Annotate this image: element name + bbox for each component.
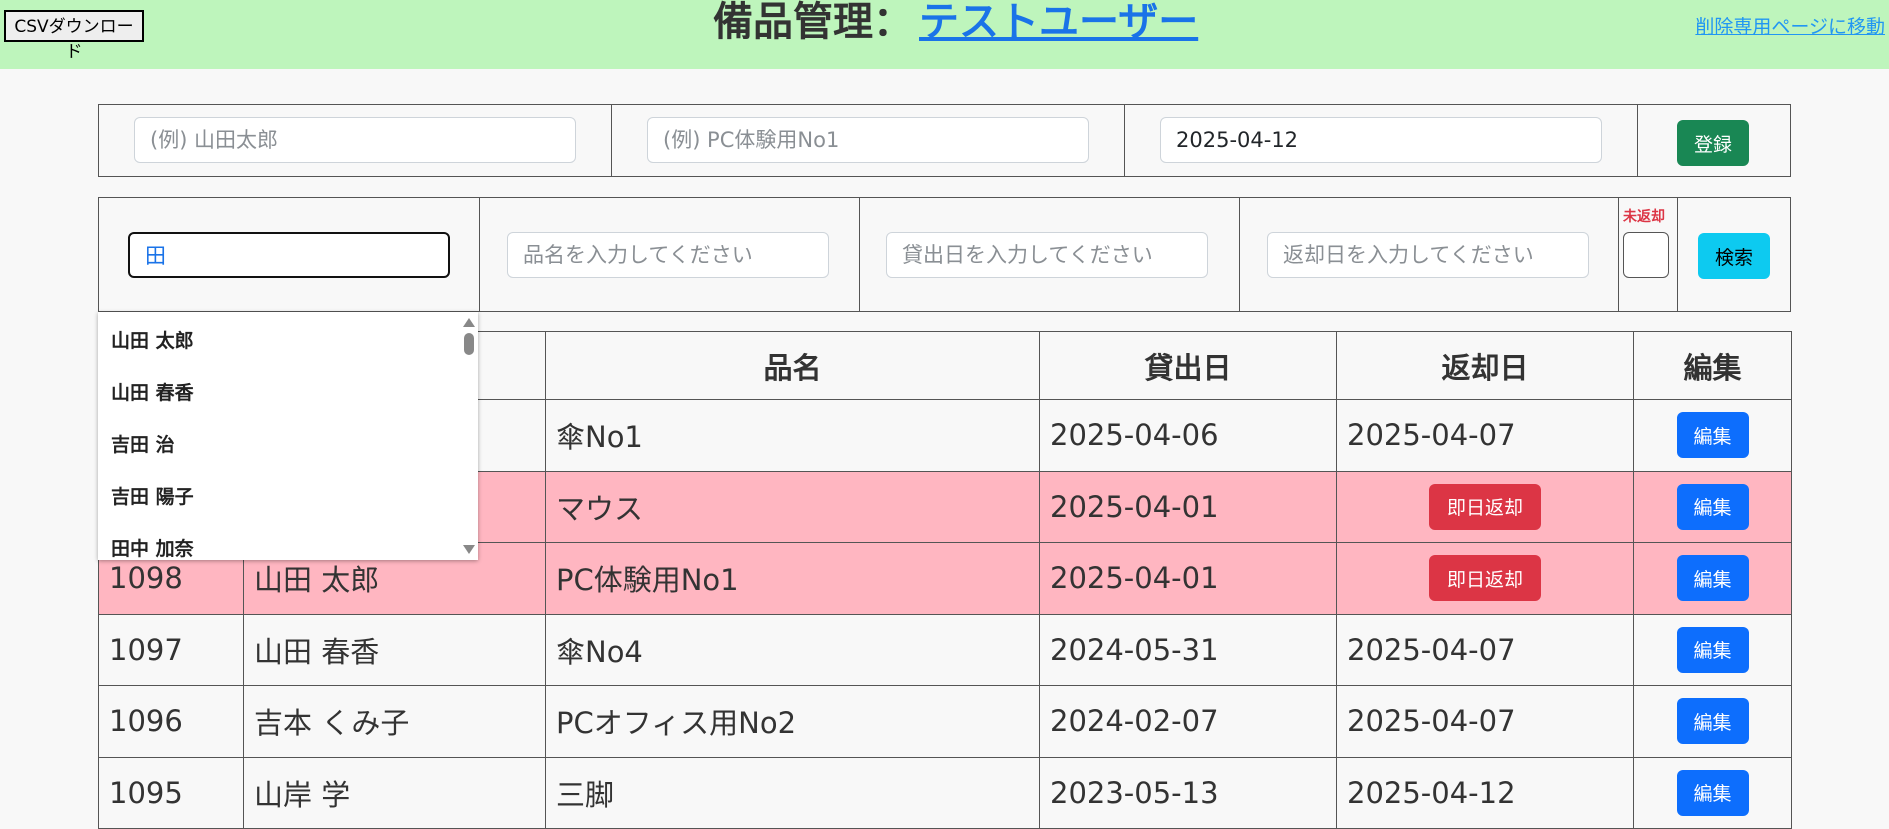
cell-lend-date: 2024-05-31 bbox=[1039, 613, 1337, 686]
cell-lend-date: 2023-05-13 bbox=[1039, 756, 1337, 829]
cell-return-date: 2025-04-07 bbox=[1336, 613, 1634, 686]
cell-item: マウス bbox=[545, 470, 1040, 543]
cell-id: 1096 bbox=[98, 685, 244, 758]
column-header-return-date: 返却日 bbox=[1336, 331, 1634, 400]
cell-edit: 編集 bbox=[1633, 470, 1792, 543]
edit-button[interactable]: 編集 bbox=[1676, 698, 1749, 745]
cell-name: 山岸 学 bbox=[243, 756, 546, 829]
cell-edit: 編集 bbox=[1633, 685, 1792, 758]
cell-edit: 編集 bbox=[1633, 399, 1792, 472]
scroll-down-arrow-icon[interactable] bbox=[463, 545, 475, 554]
register-item-cell bbox=[612, 105, 1125, 176]
cell-return-date: 即日返却 bbox=[1336, 470, 1634, 543]
search-lend-date-input[interactable] bbox=[886, 232, 1208, 278]
search-return-date-input[interactable] bbox=[1267, 232, 1589, 278]
search-return-date-cell bbox=[1240, 198, 1619, 311]
scroll-up-arrow-icon[interactable] bbox=[463, 318, 475, 327]
table-row: 1096 吉本 くみ子 PCオフィス用No2 2024-02-07 2025-0… bbox=[98, 685, 1792, 758]
cell-id: 1097 bbox=[98, 613, 244, 686]
csv-download-button[interactable]: CSVダウンロード bbox=[4, 10, 144, 62]
cell-edit: 編集 bbox=[1633, 542, 1792, 615]
register-button[interactable]: 登録 bbox=[1677, 120, 1749, 166]
cell-item: 傘No1 bbox=[545, 399, 1040, 472]
unreturned-label: 未返却 bbox=[1623, 209, 1665, 225]
cell-return-date: 2025-04-12 bbox=[1336, 756, 1634, 829]
autocomplete-option[interactable]: 山田 春香 bbox=[111, 378, 194, 405]
search-name-input[interactable] bbox=[128, 232, 450, 278]
search-form: 未返却 検索 bbox=[98, 197, 1791, 312]
register-item-input[interactable] bbox=[647, 117, 1089, 163]
column-header-lend-date: 貸出日 bbox=[1039, 331, 1337, 400]
search-lend-date-cell bbox=[860, 198, 1240, 311]
cell-edit: 編集 bbox=[1633, 613, 1792, 686]
cell-name: 吉本 くみ子 bbox=[243, 685, 546, 758]
column-header-item: 品名 bbox=[545, 331, 1040, 400]
autocomplete-option[interactable]: 田中 加奈 bbox=[111, 534, 194, 560]
dropdown-scrollbar[interactable] bbox=[459, 312, 478, 560]
autocomplete-option[interactable]: 吉田 治 bbox=[111, 430, 175, 457]
column-header-edit: 編集 bbox=[1633, 331, 1792, 400]
edit-button[interactable]: 編集 bbox=[1676, 483, 1749, 530]
autocomplete-option[interactable]: 吉田 陽子 bbox=[111, 482, 194, 509]
register-submit-cell: 登録 bbox=[1638, 105, 1792, 176]
cell-id: 1095 bbox=[98, 756, 244, 829]
cell-return-date: 即日返却 bbox=[1336, 542, 1634, 615]
page-header: CSVダウンロード 備品管理： テストユーザー 削除専用ページに移動 bbox=[0, 0, 1889, 69]
unreturned-checkbox[interactable] bbox=[1623, 232, 1669, 278]
register-date-cell bbox=[1125, 105, 1638, 176]
cell-lend-date: 2025-04-01 bbox=[1039, 542, 1337, 615]
cell-edit: 編集 bbox=[1633, 756, 1792, 829]
table-row: 1095 山岸 学 三脚 2023-05-13 2025-04-12 編集 bbox=[98, 756, 1792, 829]
cell-return-date: 2025-04-07 bbox=[1336, 685, 1634, 758]
return-now-button[interactable]: 即日返却 bbox=[1429, 483, 1541, 530]
cell-lend-date: 2024-02-07 bbox=[1039, 685, 1337, 758]
cell-item: PC体験用No1 bbox=[545, 542, 1040, 615]
search-submit-cell: 検索 bbox=[1678, 198, 1792, 311]
user-name-link[interactable]: テストユーザー bbox=[919, 0, 1198, 45]
search-item-input[interactable] bbox=[507, 232, 829, 278]
edit-button[interactable]: 編集 bbox=[1676, 626, 1749, 673]
register-date-input[interactable] bbox=[1160, 117, 1602, 163]
search-name-cell bbox=[99, 198, 480, 311]
cell-item: 傘No4 bbox=[545, 613, 1040, 686]
register-name-input[interactable] bbox=[134, 117, 576, 163]
delete-page-link[interactable]: 削除専用ページに移動 bbox=[1695, 12, 1885, 39]
scroll-thumb[interactable] bbox=[464, 333, 474, 355]
name-autocomplete-dropdown: 山田 太郎 山田 春香 吉田 治 吉田 陽子 田中 加奈 bbox=[98, 312, 478, 560]
edit-button[interactable]: 編集 bbox=[1676, 412, 1749, 459]
edit-button[interactable]: 編集 bbox=[1676, 769, 1749, 816]
cell-lend-date: 2025-04-06 bbox=[1039, 399, 1337, 472]
cell-lend-date: 2025-04-01 bbox=[1039, 470, 1337, 543]
table-row: 1097 山田 春香 傘No4 2024-05-31 2025-04-07 編集 bbox=[98, 613, 1792, 686]
page-title: 備品管理： テストユーザー bbox=[713, 0, 1198, 48]
unreturned-cell: 未返却 bbox=[1619, 198, 1678, 311]
register-form: 登録 bbox=[98, 104, 1791, 177]
search-button[interactable]: 検索 bbox=[1698, 233, 1770, 279]
register-name-cell bbox=[99, 105, 612, 176]
page-title-prefix: 備品管理： bbox=[713, 0, 913, 45]
search-item-cell bbox=[480, 198, 860, 311]
return-now-button[interactable]: 即日返却 bbox=[1429, 555, 1541, 602]
autocomplete-option[interactable]: 山田 太郎 bbox=[111, 326, 194, 353]
cell-return-date: 2025-04-07 bbox=[1336, 399, 1634, 472]
edit-button[interactable]: 編集 bbox=[1676, 555, 1749, 602]
cell-item: PCオフィス用No2 bbox=[545, 685, 1040, 758]
cell-name: 山田 春香 bbox=[243, 613, 546, 686]
cell-item: 三脚 bbox=[545, 756, 1040, 829]
